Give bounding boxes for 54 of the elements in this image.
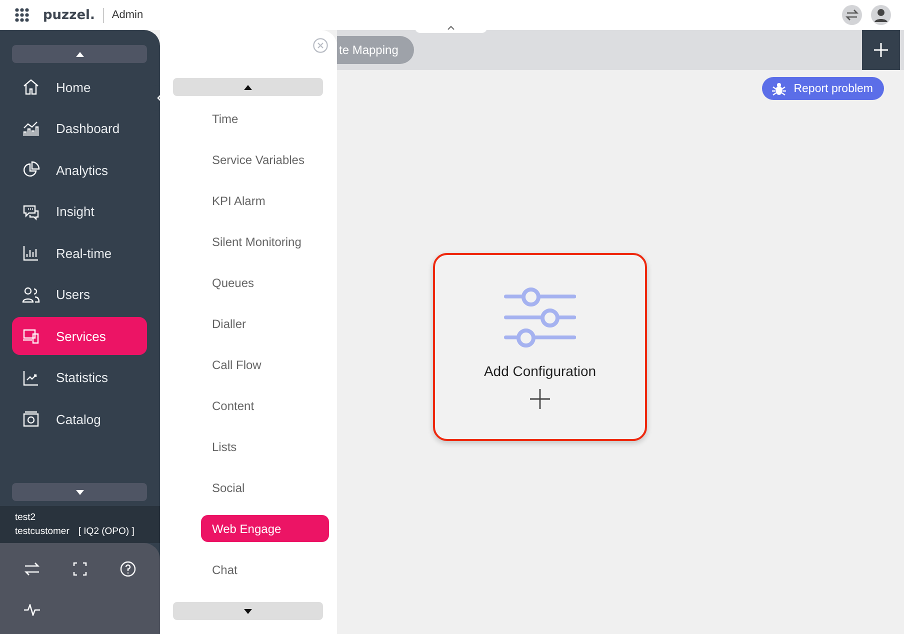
caret-down-icon [76, 490, 84, 494]
chat-icon [22, 202, 40, 220]
user-name: test2 [15, 511, 37, 524]
swap-icon[interactable] [842, 5, 862, 25]
caret-up-icon [447, 24, 455, 30]
submenu-item[interactable]: Lists [201, 433, 329, 460]
sidebar-item[interactable]: Services [12, 317, 147, 355]
help-icon[interactable] [120, 561, 136, 577]
sidebar-item[interactable]: Dashboard [12, 110, 147, 148]
plus-icon [874, 43, 888, 57]
sidebar-item[interactable]: Home [12, 68, 147, 106]
fullscreen-icon[interactable] [73, 562, 87, 576]
submenu-item[interactable]: Queues [201, 269, 329, 296]
submenu-item[interactable]: Chat [201, 556, 329, 583]
sidebar-item[interactable]: Users [12, 276, 147, 314]
bug-icon [772, 82, 786, 96]
users-icon [22, 286, 40, 304]
caret-up-icon [76, 52, 84, 56]
add-tab-button[interactable] [862, 30, 900, 70]
pie-chart-icon [22, 161, 40, 179]
sidebar-item[interactable]: Real-time [12, 234, 147, 272]
instance-label: [ IQ2 (OPO) ] [78, 525, 134, 538]
sidebar-item[interactable]: Analytics [12, 151, 147, 189]
sidebar-item[interactable]: Statistics [12, 358, 147, 396]
logo: puzzel. [43, 8, 104, 22]
report-problem-button[interactable]: Report problem [762, 77, 884, 100]
submenu-item[interactable]: KPI Alarm [201, 187, 329, 214]
submenu-item[interactable]: Dialler [201, 310, 329, 337]
caret-up-icon [244, 84, 252, 90]
dashboard-icon [22, 120, 40, 138]
line-chart-icon [22, 368, 40, 386]
submenu-item[interactable]: Content [201, 392, 329, 419]
submenu-item[interactable]: Social [201, 474, 329, 501]
customer-name: testcustomer [15, 525, 70, 538]
submenu-item[interactable]: Time [201, 105, 329, 132]
catalog-icon [22, 410, 40, 428]
submenu-item[interactable]: Call Flow [201, 351, 329, 378]
submenu-item[interactable]: Web Engage [201, 515, 329, 542]
plus-icon [530, 389, 550, 409]
swap-icon[interactable] [24, 562, 40, 576]
user-icon[interactable] [871, 5, 891, 25]
submenu-item[interactable]: Service Variables [201, 146, 329, 173]
add-configuration-card[interactable]: Add Configuration [433, 253, 647, 441]
card-title: Add Configuration [484, 363, 596, 379]
app-grid-icon[interactable] [15, 8, 29, 22]
sidebar-item[interactable]: Catalog [12, 400, 147, 438]
sidebar-item[interactable]: Insight [12, 192, 147, 230]
submenu-item[interactable]: Silent Monitoring [201, 228, 329, 255]
section-title: Admin [112, 9, 144, 21]
caret-down-icon [244, 608, 252, 614]
pulse-icon[interactable] [24, 604, 40, 616]
home-icon [22, 78, 40, 96]
bar-chart-icon [22, 244, 40, 262]
devices-icon [22, 327, 40, 345]
